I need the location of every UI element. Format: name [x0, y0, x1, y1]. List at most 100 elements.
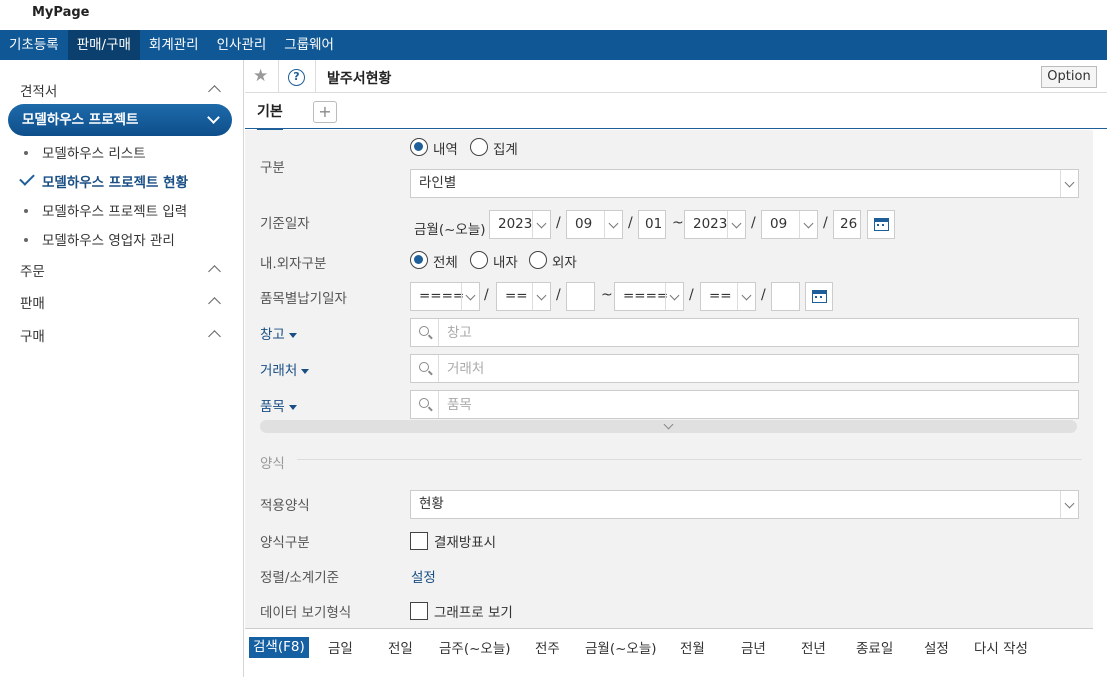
- label-item[interactable]: 품목: [260, 395, 297, 415]
- sidebar-group-purchase[interactable]: 구매: [20, 325, 45, 345]
- radio-domestic[interactable]: [470, 251, 488, 269]
- bullet-icon: [24, 238, 28, 242]
- item-date-to-year[interactable]: ====: [614, 282, 684, 311]
- label-item-date: 품목별납기일자: [260, 291, 347, 307]
- search-icon[interactable]: [411, 391, 439, 418]
- item-date-from-month[interactable]: ==: [496, 282, 551, 311]
- nav-sales-purchase[interactable]: 판매/구매: [67, 30, 140, 60]
- settings-button[interactable]: 설정: [924, 637, 949, 657]
- nav-basic-registration[interactable]: 기초등록: [0, 30, 68, 60]
- option-button[interactable]: Option: [1041, 66, 1097, 88]
- approval-checkbox[interactable]: [410, 532, 428, 550]
- date-from-year[interactable]: 2023: [489, 210, 551, 239]
- search-button[interactable]: 검색(F8): [249, 637, 309, 658]
- nav-accounting[interactable]: 회계관리: [140, 30, 208, 60]
- chevron-down-icon: [604, 211, 622, 238]
- sidebar-item-input[interactable]: 모델하우스 프로젝트 입력: [42, 200, 187, 220]
- chevron-up-icon[interactable]: [208, 85, 221, 98]
- date-to-day[interactable]: 26: [833, 210, 861, 239]
- nav-hr[interactable]: 인사관리: [208, 30, 276, 60]
- top-bar: MyPage: [0, 0, 1107, 30]
- sidebar-item-list[interactable]: 모델하우스 리스트: [42, 142, 146, 162]
- radio-all[interactable]: [410, 251, 428, 269]
- sidebar-item-sales-mgmt[interactable]: 모델하우스 영업자 관리: [42, 229, 175, 249]
- add-tab-button[interactable]: +: [313, 101, 337, 123]
- sidebar-item-status[interactable]: 모델하우스 프로젝트 현황: [42, 171, 188, 191]
- page-header: ★ ? 발주서현황 Option: [245, 60, 1107, 93]
- label-inout: 내.외자구분: [260, 256, 327, 272]
- date-from-month[interactable]: 09: [566, 210, 623, 239]
- date-to-year[interactable]: 2023: [684, 210, 746, 239]
- date-slash: /: [751, 215, 756, 231]
- client-input[interactable]: [447, 360, 1047, 378]
- mypage-label[interactable]: MyPage: [32, 5, 89, 20]
- item-input[interactable]: [447, 396, 1047, 414]
- date-preset[interactable]: 금월(~오늘): [414, 218, 486, 238]
- search-icon[interactable]: [411, 319, 439, 346]
- last-month-button[interactable]: 전월: [680, 637, 705, 657]
- chevron-down-icon: [532, 283, 550, 310]
- last-year-button[interactable]: 전년: [801, 637, 826, 657]
- chevron-up-icon[interactable]: [208, 330, 221, 343]
- today-button[interactable]: 금일: [328, 637, 353, 657]
- expand-toggle[interactable]: [260, 420, 1077, 433]
- chevron-down-icon: [737, 283, 755, 310]
- label-sort: 정렬/소계기준: [260, 570, 340, 586]
- divider: [297, 459, 1082, 460]
- chevron-up-icon[interactable]: [208, 297, 221, 310]
- chevron-down-icon: [799, 211, 817, 238]
- check-icon: [19, 170, 35, 186]
- warehouse-input[interactable]: [447, 324, 1047, 342]
- caret-down-icon: [288, 404, 297, 410]
- tab-basic[interactable]: 기본: [257, 101, 283, 130]
- chevron-up-icon[interactable]: [208, 265, 221, 278]
- help-icon[interactable]: ?: [288, 69, 305, 86]
- bullet-icon: [24, 151, 28, 155]
- sidebar-group-sales[interactable]: 판매: [20, 292, 45, 312]
- sort-settings-link[interactable]: 설정: [411, 566, 436, 586]
- radio-all-label: 전체: [433, 255, 458, 271]
- reset-button[interactable]: 다시 작성: [974, 637, 1028, 657]
- this-year-button[interactable]: 금년: [741, 637, 766, 657]
- chevron-down-icon: [727, 211, 745, 238]
- date-to-year-value: 2023: [693, 216, 728, 232]
- this-week-button[interactable]: 금주(~오늘): [439, 637, 511, 657]
- radio-foreign[interactable]: [529, 251, 547, 269]
- calendar-icon[interactable]: [805, 282, 833, 311]
- date-slash: /: [689, 287, 694, 303]
- last-week-button[interactable]: 전주: [535, 637, 560, 657]
- gubun-select[interactable]: 라인별: [410, 169, 1079, 198]
- template-select[interactable]: 현황: [410, 490, 1079, 519]
- item-date-from-year[interactable]: ====: [410, 282, 480, 311]
- star-icon[interactable]: ★: [253, 66, 268, 86]
- item-date-to-year-value: ====: [623, 288, 669, 304]
- radio-detail[interactable]: [410, 138, 428, 156]
- date-from-day[interactable]: 01: [638, 210, 666, 239]
- warehouse-search[interactable]: [410, 318, 1079, 347]
- sidebar-active-label: 모델하우스 프로젝트: [22, 112, 139, 128]
- main-nav: 기초등록 판매/구매 회계관리 인사관리 그룹웨어: [0, 30, 1107, 60]
- label-warehouse[interactable]: 창고: [260, 323, 297, 343]
- nav-groupware[interactable]: 그룹웨어: [275, 30, 343, 60]
- sidebar-group-quote[interactable]: 견적서: [20, 80, 57, 100]
- sidebar-group-model-house[interactable]: 모델하우스 프로젝트: [8, 104, 232, 136]
- client-search[interactable]: [410, 354, 1079, 383]
- search-icon[interactable]: [411, 355, 439, 382]
- radio-summary[interactable]: [470, 138, 488, 156]
- yesterday-button[interactable]: 전일: [388, 637, 413, 657]
- item-date-to-month[interactable]: ==: [700, 282, 756, 311]
- graph-view-checkbox[interactable]: [410, 602, 428, 620]
- graph-view-checkbox-label: 그래프로 보기: [434, 605, 513, 621]
- date-to-month[interactable]: 09: [761, 210, 818, 239]
- label-client[interactable]: 거래처: [260, 359, 310, 379]
- end-date-button[interactable]: 종료일: [856, 637, 893, 657]
- item-date-from-year-value: ====: [419, 288, 465, 304]
- this-month-button[interactable]: 금월(~오늘): [585, 637, 657, 657]
- sidebar-group-order[interactable]: 주문: [20, 260, 45, 280]
- item-date-from-day[interactable]: [566, 282, 595, 311]
- item-search[interactable]: [410, 390, 1079, 419]
- calendar-icon[interactable]: [867, 210, 895, 239]
- date-tilde: ~: [601, 287, 613, 303]
- date-tilde: ~: [672, 215, 684, 231]
- item-date-to-day[interactable]: [771, 282, 800, 311]
